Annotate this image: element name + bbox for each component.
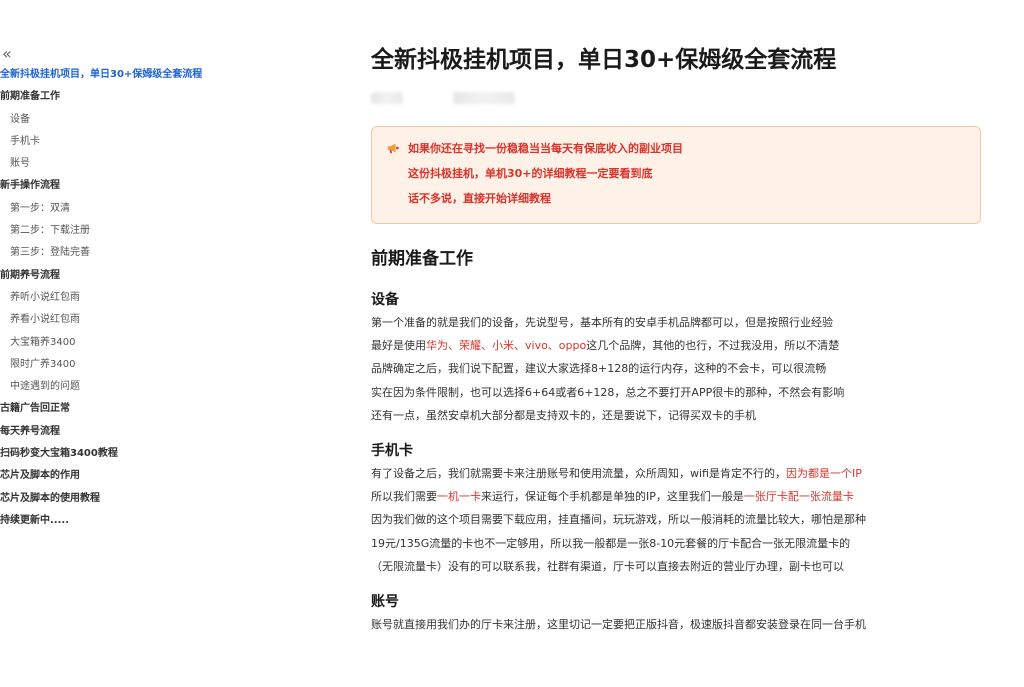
subheading-sim: 手机卡 (371, 442, 413, 459)
author-meta-blur (453, 92, 515, 104)
toc-item[interactable]: 新手操作流程 (0, 175, 240, 197)
text-line: （无限流量卡）没有的可以联系我，社群有渠道，厅卡可以直接去附近的营业厅办理，副卡… (371, 559, 844, 573)
highlight-same-ip: 因为都是一个IP (785, 466, 862, 480)
toc-item[interactable]: 芯片及脚本的作用 (0, 465, 240, 487)
text-line: 还有一点，虽然安卓机大部分都是支持双卡的，还是要说下，记得买双卡的手机 (371, 408, 756, 422)
text-line: 19元/135G流量的卡也不一定够用，所以我一般都是一张8-10元套餐的厅卡配合… (371, 536, 851, 550)
toc-item[interactable]: 账号 (0, 153, 240, 175)
toc-item[interactable]: 大宝箱养3400 (0, 332, 240, 354)
subheading-account: 账号 (371, 593, 399, 610)
page-title: 全新抖极挂机项目，单日30+保姆级全套流程 (371, 47, 837, 73)
account-paragraph: 账号就直接用我们办的厅卡来注册，这里切记一定要把正版抖音，极速版抖音都安装登录在… (371, 613, 981, 636)
toc-item[interactable]: 养听小说红包雨 (0, 287, 240, 309)
collapse-toc-icon[interactable]: « (0, 46, 240, 62)
text-line: 品牌确定之后，我们说下配置，建议大家选择8+128的运行内存，这种的不会卡，可以… (371, 362, 827, 376)
toc-item[interactable]: 古籍广告回正常 (0, 398, 240, 420)
text-span: 最好是使用 (371, 339, 426, 353)
toc-item[interactable]: 前期养号流程 (0, 265, 240, 287)
toc-item[interactable]: 芯片及脚本的使用教程 (0, 488, 240, 510)
highlight-one-card: 一机一卡 (437, 490, 481, 504)
text-span: 这几个品牌，其他的也行，不过我没用，所以不清楚 (586, 339, 840, 353)
megaphone-icon (387, 143, 399, 154)
callout-line-3: 话不多说，直接开始详细教程 (408, 192, 551, 205)
author-info-blurred (371, 88, 981, 108)
text-line: 有了设备之后，我们就需要卡来注册账号和使用流量，众所周知，wifi是肯定不行的，… (371, 462, 981, 485)
toc-item[interactable]: 第二步：下载注册 (0, 220, 240, 242)
toc-list: 全新抖极挂机项目，单日30+保姆级全套流程 前期准备工作 设备 手机卡 账号 新手操作流程… (0, 64, 240, 532)
article: 全新抖极挂机项目，单日30+保姆级全套流程 如果你还在寻找一份稳稳当当每天有保底… (371, 40, 981, 636)
callout-line-1: 如果你还在寻找一份稳稳当当每天有保底收入的副业项目 (408, 142, 683, 155)
sim-paragraph: 有了设备之后，我们就需要卡来注册账号和使用流量，众所周知，wifi是肯定不行的，… (371, 462, 981, 578)
text-line: 最好是使用华为、荣耀、小米、vivo、oppo这几个品牌，其他的也行，不过我没用… (371, 334, 981, 357)
subheading-device: 设备 (371, 292, 399, 308)
text-span: 所以我们需要 (371, 490, 437, 504)
highlight-brands: 华为、荣耀、小米、vivo、oppo (426, 339, 587, 353)
toc-item[interactable]: 全新抖极挂机项目，单日30+保姆级全套流程 (0, 64, 240, 86)
device-paragraph: 第一个准备的就是我们的设备，先说型号，基本所有的安卓手机品牌都可以，但是按照行业… (371, 311, 981, 427)
text-line: 第一个准备的就是我们的设备，先说型号，基本所有的安卓手机品牌都可以，但是按照行业… (371, 316, 833, 329)
toc-item[interactable]: 手机卡 (0, 131, 240, 153)
callout-box: 如果你还在寻找一份稳稳当当每天有保底收入的副业项目 这份抖极挂机，单机30+的详… (371, 126, 981, 224)
text-line: 因为我们做的这个项目需要下载应用，挂直播间，玩玩游戏，所以一般消耗的流量比较大，… (371, 513, 866, 527)
toc-item[interactable]: 扫码秒变大宝箱3400教程 (0, 443, 240, 465)
text-line: 账号就直接用我们办的厅卡来注册，这里切记一定要把正版抖音，极速版抖音都安装登录在… (371, 617, 866, 631)
toc-item[interactable]: 每天养号流程 (0, 421, 240, 443)
text-line: 实在因为条件限制，也可以选择6+64或者6+128，总之不要打开APP很卡的那种… (371, 385, 845, 399)
toc-item[interactable]: 第三步：登陆完善 (0, 242, 240, 264)
author-avatar-blur (371, 92, 403, 104)
toc-item[interactable]: 前期准备工作 (0, 86, 240, 108)
section-heading-prep: 前期准备工作 (371, 249, 473, 269)
toc-item[interactable]: 中途遇到的问题 (0, 376, 240, 398)
text-line: 所以我们需要一机一卡来运行，保证每个手机都是单独的IP，这里我们一般是一张厅卡配… (371, 485, 981, 508)
toc-item[interactable]: 设备 (0, 109, 240, 131)
table-of-contents: « 全新抖极挂机项目，单日30+保姆级全套流程 前期准备工作 设备 手机卡 账号 新手操作… (0, 46, 240, 532)
toc-item[interactable]: 第一步：双清 (0, 198, 240, 220)
text-span: 有了设备之后，我们就需要卡来注册账号和使用流量，众所周知，wifi是肯定不行的， (371, 466, 786, 480)
toc-item[interactable]: 限时广养3400 (0, 354, 240, 376)
toc-item[interactable]: 持续更新中..... (0, 510, 240, 532)
highlight-card-combo: 一张厅卡配一张流量卡 (743, 490, 854, 504)
callout-line-2: 这份抖极挂机，单机30+的详细教程一定要看到底 (408, 167, 653, 180)
toc-item[interactable]: 养看小说红包雨 (0, 309, 240, 331)
text-span: 来运行，保证每个手机都是单独的IP，这里我们一般是 (481, 490, 744, 504)
